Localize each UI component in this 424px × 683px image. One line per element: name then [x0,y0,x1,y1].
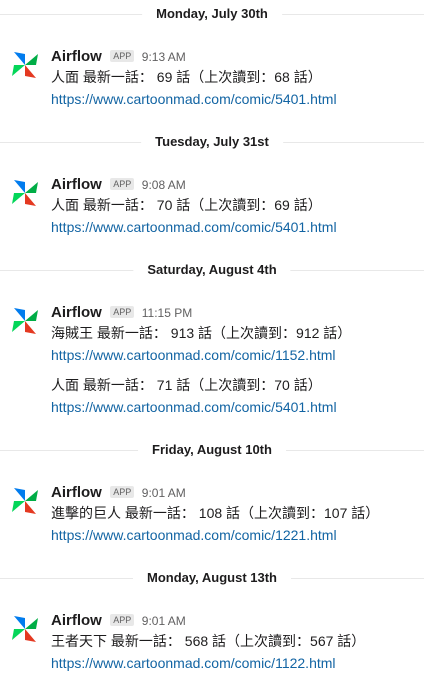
message-text: 人面 最新一話： 71 話（上次讀到：70 話） [51,377,322,393]
timestamp[interactable]: 9:08 AM [142,178,186,192]
app-badge: APP [110,306,135,318]
day-divider-label[interactable]: Saturday, August 4th [133,261,291,279]
message-header: Airflow APP 9:08 AM [51,176,420,194]
day-divider: Tuesday, July 31st [0,133,424,151]
timestamp[interactable]: 9:01 AM [142,486,186,500]
message-feed: Monday, July 30th Airflow APP 9:13 AM 人面… [0,0,424,683]
message-text: 王者天下 最新一話： 568 話（上次讀到：567 話） [51,633,366,649]
airflow-pinwheel-icon[interactable] [10,306,40,336]
day-divider-label[interactable]: Friday, August 10th [138,441,286,459]
message-header: Airflow APP 9:01 AM [51,612,420,630]
message-body: Airflow APP 11:15 PM 海賊王 最新一話： 913 話（上次讀… [51,304,420,418]
day-divider: Monday, July 30th [0,5,424,23]
airflow-pinwheel-icon[interactable] [10,486,40,516]
comic-link[interactable]: https://www.cartoonmad.com/comic/1122.ht… [51,652,420,674]
day-divider: Friday, August 10th [0,441,424,459]
timestamp[interactable]: 9:01 AM [142,614,186,628]
sender-name[interactable]: Airflow [51,48,102,65]
message-header: Airflow APP 9:13 AM [51,48,420,66]
comic-link[interactable]: https://www.cartoonmad.com/comic/5401.ht… [51,88,420,110]
sender-name[interactable]: Airflow [51,612,102,629]
timestamp[interactable]: 9:13 AM [142,50,186,64]
app-badge: APP [110,178,135,190]
sender-name[interactable]: Airflow [51,484,102,501]
sender-name[interactable]: Airflow [51,176,102,193]
message-header: Airflow APP 9:01 AM [51,484,420,502]
message-body: Airflow APP 9:01 AM 王者天下 最新一話： 568 話（上次讀… [51,612,420,674]
message-header: Airflow APP 11:15 PM [51,304,420,322]
day-divider: Monday, August 13th [0,569,424,587]
comic-link[interactable]: https://www.cartoonmad.com/comic/5401.ht… [51,396,420,418]
message-text: 人面 最新一話： 69 話（上次讀到：68 話） [51,69,322,85]
comic-link[interactable]: https://www.cartoonmad.com/comic/5401.ht… [51,216,420,238]
day-divider: Saturday, August 4th [0,261,424,279]
timestamp[interactable]: 11:15 PM [142,306,192,320]
day-divider-label[interactable]: Monday, August 13th [133,569,291,587]
airflow-pinwheel-icon[interactable] [10,50,40,80]
airflow-pinwheel-icon[interactable] [10,178,40,208]
day-divider-label[interactable]: Monday, July 30th [142,5,282,23]
message-text: 人面 最新一話： 70 話（上次讀到：69 話） [51,197,322,213]
airflow-pinwheel-icon[interactable] [10,614,40,644]
comic-link[interactable]: https://www.cartoonmad.com/comic/1152.ht… [51,344,420,366]
day-divider-label[interactable]: Tuesday, July 31st [141,133,283,151]
comic-link[interactable]: https://www.cartoonmad.com/comic/1221.ht… [51,524,420,546]
message-text: 進擊的巨人 最新一話： 108 話（上次讀到：107 話） [51,505,380,521]
message-text: 海賊王 最新一話： 913 話（上次讀到：912 話） [51,325,352,341]
message-body: Airflow APP 9:01 AM 進擊的巨人 最新一話： 108 話（上次… [51,484,420,546]
app-badge: APP [110,50,135,62]
app-badge: APP [110,614,135,626]
app-badge: APP [110,486,135,498]
message-body: Airflow APP 9:08 AM 人面 最新一話： 70 話（上次讀到：6… [51,176,420,238]
message-body: Airflow APP 9:13 AM 人面 最新一話： 69 話（上次讀到：6… [51,48,420,110]
sender-name[interactable]: Airflow [51,304,102,321]
